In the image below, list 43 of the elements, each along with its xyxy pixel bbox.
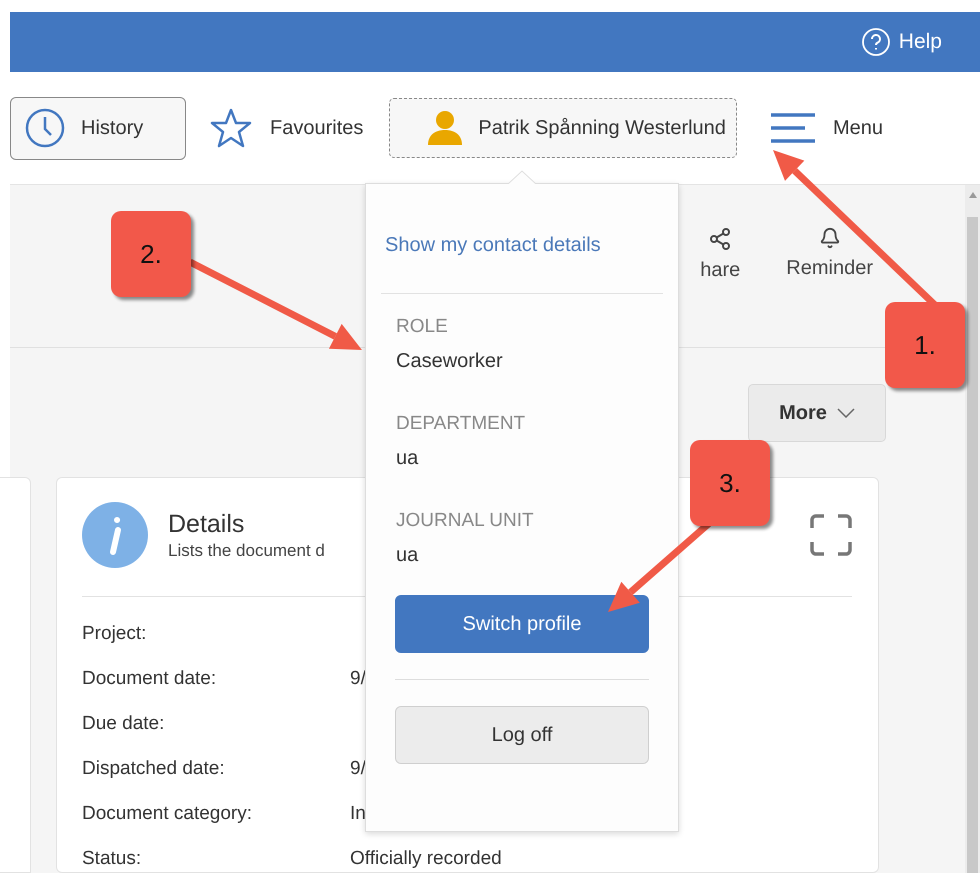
contact-details-link[interactable]: Show my contact details: [381, 234, 663, 294]
more-button[interactable]: More: [748, 384, 886, 442]
section-value: ua: [396, 447, 420, 470]
help-icon: [860, 27, 891, 57]
section-value: ua: [396, 544, 420, 567]
star-icon: [210, 108, 252, 148]
field-label: Document date:: [82, 668, 218, 691]
history-button[interactable]: History: [10, 96, 186, 160]
field-label: Status:: [82, 848, 142, 871]
log-off-button[interactable]: Log off: [395, 706, 649, 764]
card-title: Details: [168, 510, 244, 538]
scroll-up-icon[interactable]: [968, 191, 978, 199]
field-value: 9/: [350, 668, 366, 691]
switch-profile-button[interactable]: Switch profile: [395, 595, 649, 653]
field-label: Dispatched date:: [82, 758, 226, 781]
help-link[interactable]: Help: [860, 27, 942, 57]
step-callout: 2.: [111, 211, 191, 297]
field-value: In: [350, 803, 366, 826]
field-label: Document category:: [82, 803, 254, 826]
section-label: ROLE: [396, 316, 449, 338]
chevron-down-icon: [836, 408, 855, 418]
action-button[interactable]: Reminder: [786, 227, 873, 280]
expand-icon[interactable]: [810, 514, 852, 556]
action-button[interactable]: hare: [700, 227, 740, 282]
info-icon: [82, 502, 148, 568]
menu-icon: [770, 112, 815, 144]
step-callout: 3.: [690, 440, 770, 526]
field-label: Due date:: [82, 713, 166, 736]
share-icon: [708, 227, 732, 251]
field-value: Officially recorded: [350, 848, 502, 871]
step-callout: 1.: [885, 302, 965, 388]
section-value: Caseworker: [396, 350, 504, 373]
user-button[interactable]: Patrik Spånning Westerlund: [389, 98, 737, 158]
favourites-button[interactable]: Favourites: [206, 108, 368, 148]
card-subtitle: Lists the document d: [168, 540, 325, 560]
clock-icon: [25, 108, 65, 148]
menu-button[interactable]: Menu: [766, 112, 887, 144]
field-label: Project:: [82, 623, 148, 646]
person-icon: [426, 109, 464, 147]
bell-icon: [818, 227, 841, 249]
section-label: DEPARTMENT: [396, 413, 526, 435]
section-label: JOURNAL UNIT: [396, 510, 535, 532]
field-value: 9/: [350, 758, 366, 781]
